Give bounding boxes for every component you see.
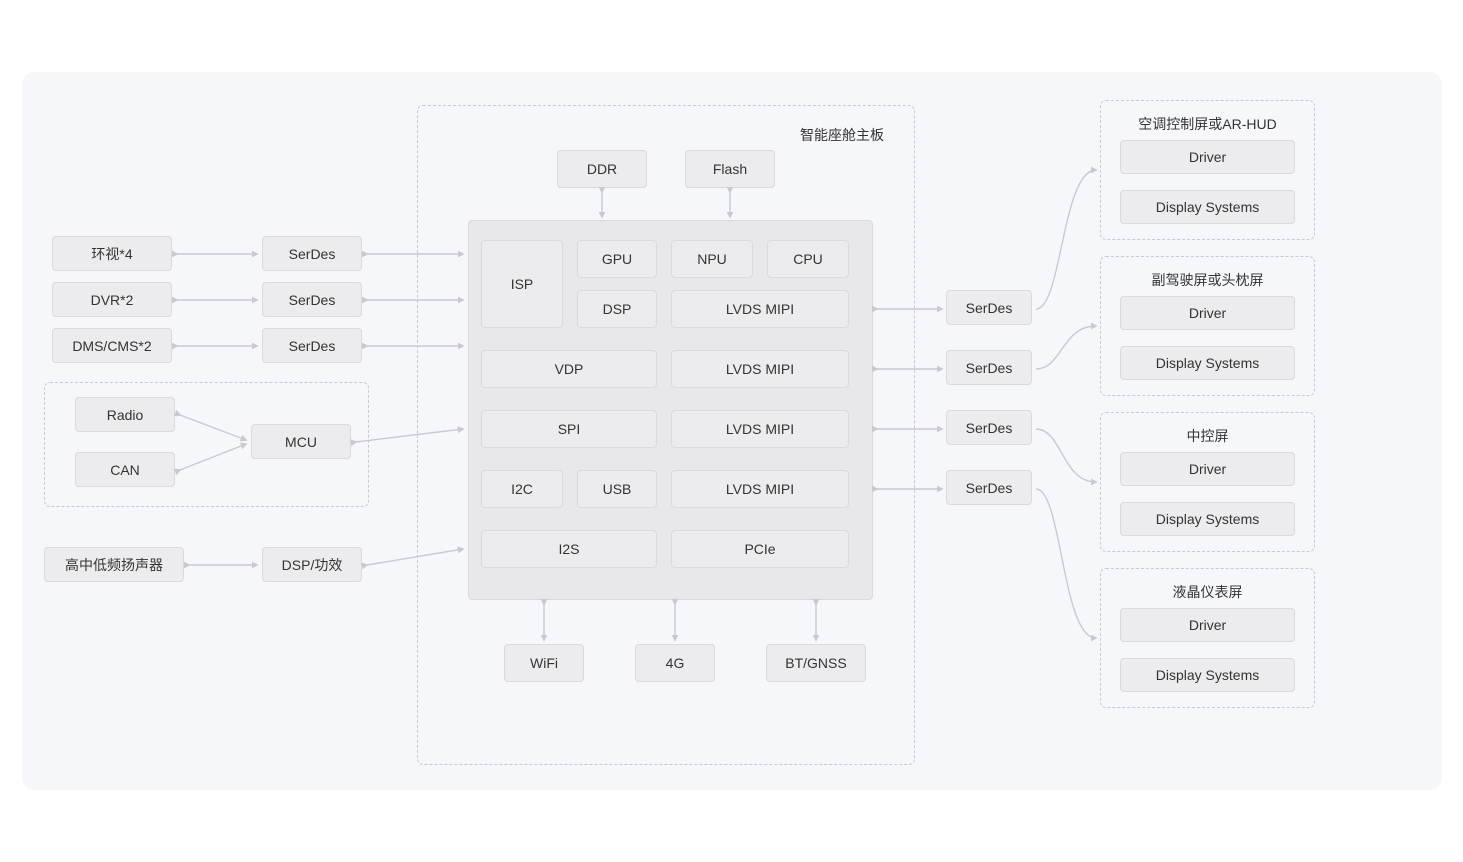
block-i2s: I2S — [481, 530, 657, 568]
d4-display: Display Systems — [1120, 658, 1295, 692]
block-wifi: WiFi — [504, 644, 584, 682]
d4-title: 液晶仪表屏 — [1110, 582, 1305, 602]
block-serdes-l3: SerDes — [262, 328, 362, 363]
watermark: 知乎 @东晓一家 — [1174, 796, 1423, 842]
d2-driver: Driver — [1120, 296, 1295, 330]
block-dspfx: DSP/功效 — [262, 547, 362, 582]
block-serdes-l2: SerDes — [262, 282, 362, 317]
block-radio: Radio — [75, 397, 175, 432]
d2-display: Display Systems — [1120, 346, 1295, 380]
block-cam3: DMS/CMS*2 — [52, 328, 172, 363]
block-lvds1: LVDS MIPI — [671, 290, 849, 328]
block-ddr: DDR — [557, 150, 647, 188]
block-lvds2: LVDS MIPI — [671, 350, 849, 388]
block-cam1: 环视*4 — [52, 236, 172, 271]
block-dsp: DSP — [577, 290, 657, 328]
block-serdes-r3: SerDes — [946, 410, 1032, 445]
block-spi: SPI — [481, 410, 657, 448]
block-btgnss: BT/GNSS — [766, 644, 866, 682]
block-serdes-r4: SerDes — [946, 470, 1032, 505]
d3-title: 中控屏 — [1110, 426, 1305, 446]
block-npu: NPU — [671, 240, 753, 278]
block-usb: USB — [577, 470, 657, 508]
block-speaker: 高中低频扬声器 — [44, 547, 184, 582]
d1-driver: Driver — [1120, 140, 1295, 174]
block-i2c: I2C — [481, 470, 563, 508]
diagram-canvas: 智能座舱主板 DDR Flash ISP GPU NPU CPU DSP LVD… — [22, 72, 1442, 790]
block-serdes-r1: SerDes — [946, 290, 1032, 325]
block-flash: Flash — [685, 150, 775, 188]
d1-title: 空调控制屏或AR-HUD — [1110, 114, 1305, 134]
d2-title: 副驾驶屏或头枕屏 — [1110, 270, 1305, 290]
block-lvds4: LVDS MIPI — [671, 470, 849, 508]
block-4g: 4G — [635, 644, 715, 682]
d4-driver: Driver — [1120, 608, 1295, 642]
block-gpu: GPU — [577, 240, 657, 278]
d3-display: Display Systems — [1120, 502, 1295, 536]
block-serdes-l1: SerDes — [262, 236, 362, 271]
block-lvds3: LVDS MIPI — [671, 410, 849, 448]
block-serdes-r2: SerDes — [946, 350, 1032, 385]
block-mcu: MCU — [251, 424, 351, 459]
d3-driver: Driver — [1120, 452, 1295, 486]
block-isp: ISP — [481, 240, 563, 328]
block-vdp: VDP — [481, 350, 657, 388]
d1-display: Display Systems — [1120, 190, 1295, 224]
block-pcie: PCIe — [671, 530, 849, 568]
block-can: CAN — [75, 452, 175, 487]
main-board-title: 智能座舱主板 — [782, 125, 902, 145]
block-cam2: DVR*2 — [52, 282, 172, 317]
block-cpu: CPU — [767, 240, 849, 278]
